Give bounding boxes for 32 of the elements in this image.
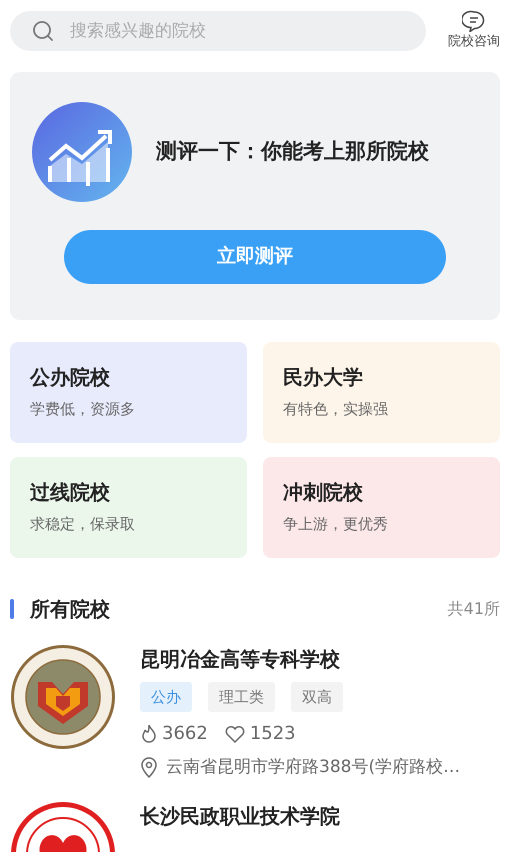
category-title: 公办院校 — [30, 364, 111, 390]
like-count: 1523 — [250, 722, 296, 746]
category-title: 民办大学 — [283, 364, 364, 390]
view-count: 3662 — [162, 722, 208, 746]
chat-icon — [462, 10, 486, 32]
search-field[interactable]: 搜索感兴趣的院校 — [10, 10, 426, 51]
category-card[interactable]: 民办大学 有特色，实操强 — [263, 342, 500, 442]
category-subtitle: 求稳定，保录取 — [30, 514, 136, 534]
school-name[interactable]: 长沙民政职业技术学院 — [140, 800, 500, 830]
school-tag: 公办 — [140, 682, 192, 712]
flame-icon — [140, 724, 158, 744]
school-count: 共41所 — [448, 598, 500, 620]
location-icon — [140, 756, 158, 779]
school-address: 云南省昆明市学府路388号(学府路校… — [166, 756, 460, 779]
section-marker — [10, 598, 14, 618]
category-subtitle: 学费低，资源多 — [30, 398, 136, 420]
category-title: 过线院校 — [30, 478, 111, 506]
consult-button[interactable]: 院校咨询 — [448, 10, 500, 52]
category-card[interactable]: 冲刺院校 争上游，更优秀 — [263, 456, 500, 558]
category-subtitle: 争上游，更优秀 — [283, 514, 389, 534]
section-title: 所有院校 — [30, 596, 110, 622]
category-card[interactable]: 公办院校 学费低，资源多 — [10, 342, 247, 442]
heart-icon — [224, 724, 246, 744]
assessment-title: 测评一下：你能考上那所院校 — [156, 138, 429, 165]
category-card[interactable]: 过线院校 求稳定，保录取 — [10, 456, 247, 558]
school-name[interactable]: 昆明冶金高等专科学校 — [140, 644, 500, 674]
chart-icon — [32, 102, 132, 202]
category-title: 冲刺院校 — [283, 478, 364, 506]
school-tag: 双高 — [291, 682, 343, 712]
search-icon — [32, 20, 54, 42]
school-tag: 理工类 — [208, 682, 275, 712]
category-subtitle: 有特色，实操强 — [283, 398, 389, 420]
